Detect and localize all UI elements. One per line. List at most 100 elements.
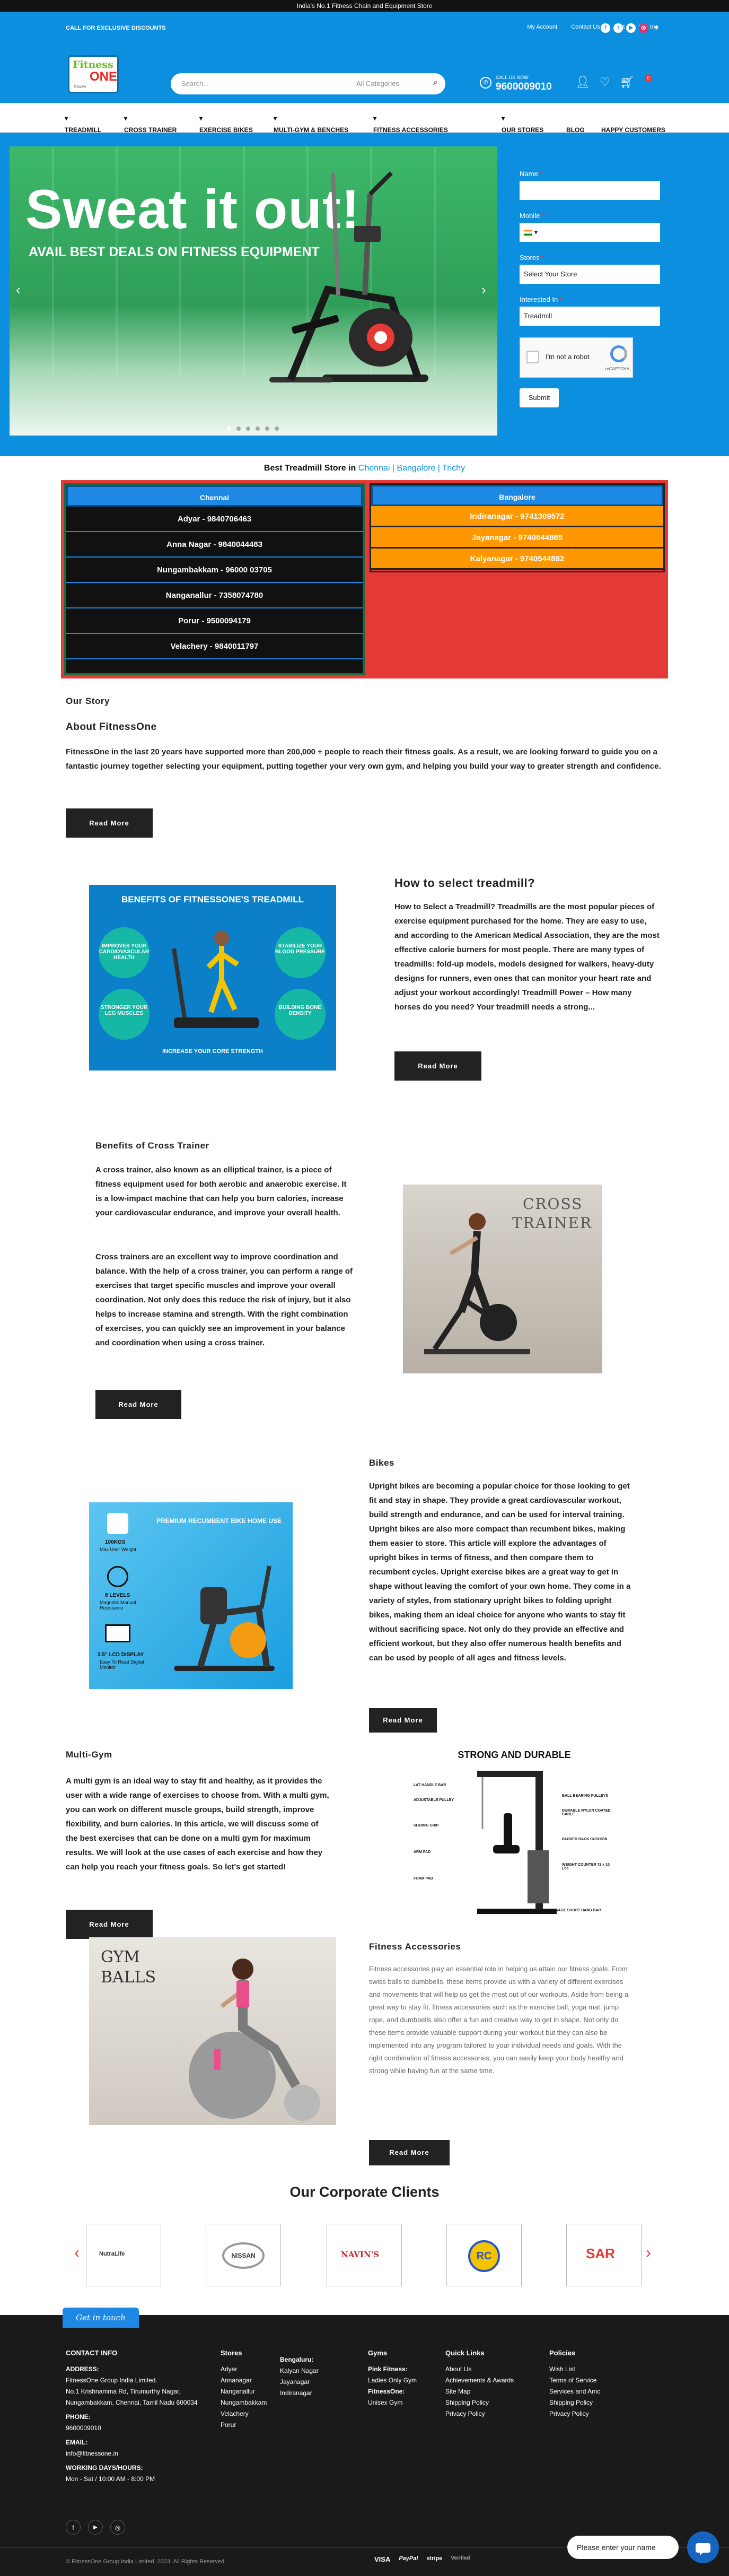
slider-next-arrow[interactable]: ›	[481, 282, 486, 298]
slider-dot[interactable]	[275, 427, 279, 431]
feature-text: 8 LEVELS	[105, 1592, 130, 1598]
search-input[interactable]: Search...	[181, 80, 209, 88]
gym-balls-text: GYM	[101, 1948, 140, 1966]
category-select[interactable]: All Categories	[356, 80, 399, 88]
store-row[interactable]: Adyar - 9840706463	[66, 507, 363, 532]
search-bar[interactable]: Search... All Categories ⌕	[171, 73, 445, 94]
search-icon[interactable]: ⌕	[433, 78, 438, 88]
store-row[interactable]: Kalyanagar - 9740544882	[371, 549, 663, 570]
youtube-icon[interactable]: ▶	[88, 2520, 103, 2535]
instagram-icon[interactable]: ◎	[110, 2520, 125, 2535]
treadmill-image-title: BENEFITS OF FITNESSONE'S TREADMILL	[121, 894, 304, 904]
feature-text: Max User Weight	[100, 1547, 136, 1552]
slider-dot[interactable]	[227, 427, 231, 431]
store-row[interactable]: Velachery - 9840011797	[66, 634, 363, 659]
store-select[interactable]: Select Your Store	[520, 265, 660, 284]
india-flag-icon[interactable]	[524, 230, 532, 236]
best-store-heading: Best Treadmill Store in Chennai | Bangal…	[264, 464, 465, 473]
recumbent-bike-image: PREMIUM RECUMBENT BIKE HOME USE 100KGS M…	[89, 1502, 293, 1689]
benefit-circle: IMPROVES YOUR CARDIOVASCULAR HEALTH	[99, 927, 150, 978]
contact-title: CONTACT INFO	[66, 2349, 118, 2357]
client-logo[interactable]: NISSAN	[206, 2224, 281, 2286]
nav-cross-trainer[interactable]: CROSS TRAINER ▾	[124, 115, 177, 134]
youtube-icon[interactable]: ▶	[626, 23, 636, 33]
user-icon[interactable]: 👤︎	[575, 75, 590, 89]
story-title: About FitnessOne	[66, 721, 157, 733]
callout-label: MULTI USAGE SHORT HAND BAR	[541, 1909, 601, 1912]
callout-label: PADDED BACK CUSHION	[562, 1838, 608, 1841]
footer-email[interactable]: info@fitnessone.in	[66, 2448, 225, 2459]
slider-dot[interactable]	[246, 427, 250, 431]
cities-link[interactable]: Chennai | Bangalore | Trichy	[358, 464, 465, 473]
clients-next-arrow[interactable]: ›	[646, 2244, 651, 2262]
nav-multigym[interactable]: MULTI-GYM & BENCHES ▾	[274, 115, 348, 134]
benefit-circle: STRONGER YOUR LEG MUSCLES	[99, 989, 150, 1040]
client-logo[interactable]: NAVIN'S	[327, 2224, 402, 2286]
bikes-read-more-button[interactable]: Read More	[369, 1708, 437, 1733]
slider-prev-arrow[interactable]: ‹	[16, 282, 21, 298]
chat-name-input[interactable]: Please enter your name	[567, 2536, 679, 2559]
recaptcha-brand: reCAPTCHA	[605, 367, 629, 371]
wishlist-heart-icon[interactable]: ♡	[600, 75, 610, 89]
treadmill-read-more-button[interactable]: Read More	[394, 1051, 481, 1081]
interest-select[interactable]: Treadmill	[520, 307, 660, 326]
elliptical-trainer-image	[269, 171, 428, 382]
story-read-more-button[interactable]: Read More	[66, 808, 153, 838]
fitnessone-logo[interactable]: Fitness ONE Stores	[68, 55, 119, 93]
copyright-text: © FitnessOne Group India Limited. 2023. …	[66, 2558, 225, 2565]
client-logo[interactable]: SAR	[566, 2224, 642, 2286]
nav-treadmill[interactable]: TREADMILL ▾	[65, 115, 101, 134]
submit-button[interactable]: Submit	[520, 388, 559, 407]
site-header: CALL FOR EXCLUSIVE DISCOUNTS My Account …	[0, 12, 729, 103]
recaptcha-checkbox[interactable]	[526, 351, 539, 363]
gym-balls-text: BALLS	[101, 1968, 156, 1987]
chat-bubble-icon	[696, 2543, 710, 2555]
hero-slider[interactable]: Sweat it out! AVAIL BEST DEALS ON FITNES…	[10, 146, 497, 436]
name-field[interactable]	[520, 181, 660, 200]
clients-prev-arrow[interactable]: ‹	[74, 2244, 80, 2262]
store-row[interactable]: Anna Nagar - 9840044483	[66, 532, 363, 558]
contact-us-link[interactable]: Contact Us	[571, 24, 600, 30]
callout-label: WEIGHT COUNTER 72 x 10 Lbs	[562, 1863, 610, 1870]
slider-dot[interactable]	[236, 427, 241, 431]
social-icons: f t ▶ ◎ ✱	[601, 23, 661, 33]
facebook-icon[interactable]: f	[601, 23, 610, 33]
slider-dot[interactable]	[256, 427, 260, 431]
twitter-icon[interactable]: t	[613, 23, 623, 33]
main-nav: TREADMILL ▾ CROSS TRAINER ▾ EXERCISE BIK…	[0, 103, 729, 134]
recaptcha-widget: I'm not a robot reCAPTCHA	[520, 337, 633, 378]
accessories-read-more-button[interactable]: Read More	[369, 2140, 450, 2165]
exclusive-discount-text: CALL FOR EXCLUSIVE DISCOUNTS	[66, 25, 166, 31]
facebook-icon[interactable]: f	[66, 2520, 81, 2535]
store-row[interactable]: Porur - 9500094179	[66, 608, 363, 634]
multigym-read-more-button[interactable]: Read More	[66, 1910, 153, 1939]
payment-icons: VISA PayPal stripe Verified	[374, 2555, 470, 2563]
store-row[interactable]: Indiranagar - 9741309572	[371, 506, 663, 527]
store-row[interactable]: Nanganallur - 7358074780	[66, 583, 363, 608]
woman-on-cross-trainer	[424, 1213, 530, 1354]
footer-bangalore: Bengaluru: Kalyan Nagar Jayanagar Indirana…	[280, 2356, 319, 2397]
footer-gyms: Pink Fitness: Ladies Only Gym FitnessOne: U…	[368, 2365, 417, 2406]
instagram-icon[interactable]: ◎	[639, 23, 648, 33]
nav-fitness-accessories[interactable]: FITNESS ACCESSORIES ▾	[373, 115, 448, 134]
client-logo[interactable]: RC	[446, 2224, 522, 2286]
feature-text: Magnetic Manual Resistance	[100, 1600, 136, 1611]
resistance-icon	[107, 1566, 128, 1587]
mobile-field[interactable]: ▾	[520, 223, 660, 242]
client-logo[interactable]: NutraLife	[86, 2224, 161, 2286]
cart-icon[interactable]: 🛒︎	[620, 75, 635, 89]
store-row[interactable]: Jayanagar - 9740544885	[371, 527, 663, 549]
treadmill-text: How to Select a Treadmill? Treadmills ar…	[394, 902, 660, 1012]
slider-dot[interactable]	[265, 427, 269, 431]
display-icon	[105, 1624, 130, 1642]
benefit-circle: STABILIZE YOUR BLOOD PRESSURE	[275, 927, 326, 978]
chat-button[interactable]	[687, 2531, 719, 2563]
footer-phone[interactable]: 9600009010	[66, 2423, 225, 2434]
footer-policies: Wish List Terms of Service Services and Am…	[549, 2365, 601, 2417]
nav-our-stores[interactable]: OUR STORES ▾	[502, 115, 543, 134]
nav-exercise-bikes[interactable]: EXERCISE BIKES ▾	[199, 115, 253, 134]
settings-icon[interactable]: ✱	[652, 23, 661, 33]
cross-read-more-button[interactable]: Read More	[95, 1390, 181, 1419]
store-row[interactable]: Nungambakkam - 96000 03705	[66, 558, 363, 583]
my-account-link[interactable]: My Account	[527, 24, 557, 30]
